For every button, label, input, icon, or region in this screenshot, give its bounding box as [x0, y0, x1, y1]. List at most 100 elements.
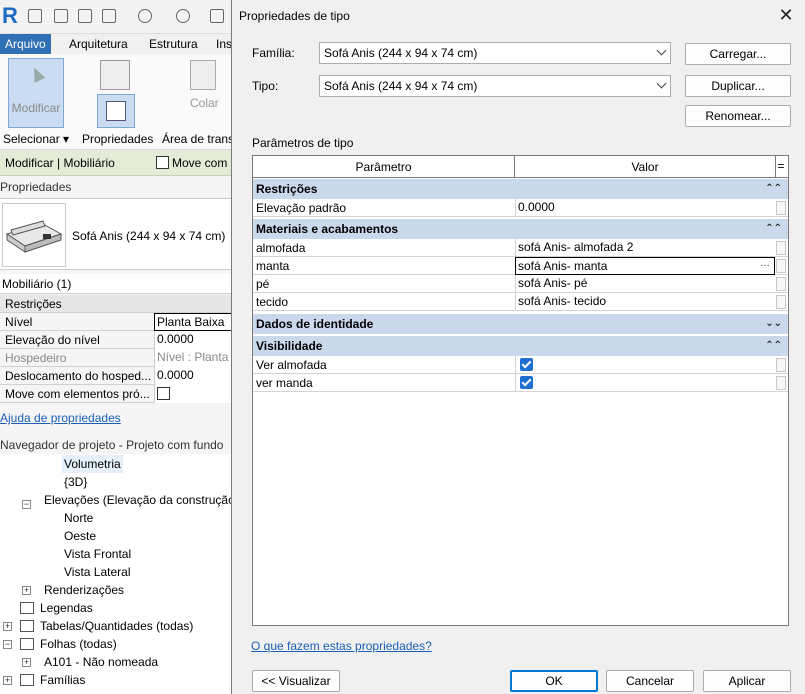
expand-icon[interactable]: + [22, 586, 31, 595]
type-selector[interactable]: Sofá Anis (244 x 94 x 74 cm) [0, 198, 232, 270]
column-header-parametro[interactable]: Parâmetro [253, 156, 515, 178]
tree-item-oeste[interactable]: Oeste [64, 527, 96, 545]
formula-button[interactable] [776, 376, 786, 390]
carregar-button[interactable]: Carregar... [685, 43, 791, 65]
tree-item-elevacoes[interactable]: Elevações (Elevação da construção) [44, 491, 232, 509]
type-parameters-grid: Parâmetro Valor = Restrições ⌃⌃ Elevação… [252, 155, 789, 626]
category-filter[interactable]: Mobiliário (1) [0, 274, 232, 294]
tab-inserir[interactable]: Ins [211, 34, 232, 54]
propriedades-label: Propriedades [82, 132, 154, 146]
revit-logo-icon[interactable]: R [2, 4, 22, 28]
undo-icon[interactable] [138, 9, 152, 23]
double-chevron-up-icon[interactable]: ⌃⌃ [765, 336, 782, 356]
column-header-formula[interactable]: = [776, 159, 786, 175]
ver-manda-checkbox[interactable] [520, 376, 533, 389]
tree-item-folhas[interactable]: Folhas (todas) [40, 635, 117, 653]
group-restricoes[interactable]: Restrições ⌃⌃ [253, 179, 788, 199]
tree-item-legendas[interactable]: Legendas [40, 599, 93, 617]
group-visibilidade[interactable]: Visibilidade ⌃⌃ [253, 336, 788, 356]
tree-item-3d[interactable]: {3D} [64, 473, 87, 491]
prop-row[interactable]: Elevação do nível 0.0000 [0, 331, 232, 349]
param-row-ver-manda[interactable]: ver manda [253, 374, 788, 392]
tree-item-volumetria[interactable]: Volumetria [62, 455, 123, 473]
clipboard-icon[interactable] [190, 60, 216, 90]
param-row-tecido[interactable]: tecido sofá Anis- tecido [253, 293, 788, 311]
prop-row[interactable]: Nível Planta Baixa [0, 313, 232, 331]
move-with-checkbox[interactable] [156, 156, 169, 169]
expand-icon[interactable]: + [22, 658, 31, 667]
type-name: Sofá Anis (244 x 94 x 74 cm) [72, 229, 226, 243]
familia-select[interactable]: Sofá Anis (244 x 94 x 74 cm) [319, 42, 671, 64]
selecionar-dropdown[interactable]: Selecionar ▾ [3, 132, 69, 146]
double-chevron-up-icon[interactable]: ⌃⌃ [765, 179, 782, 199]
param-row-elevacao[interactable]: Elevação padrão 0.0000 [253, 199, 788, 217]
move-with-nearby-checkbox[interactable] [157, 387, 170, 400]
quick-access-toolbar: R [0, 0, 232, 34]
close-icon[interactable]: ✕ [771, 2, 801, 28]
tree-item-renderizacoes[interactable]: Renderizações [44, 581, 124, 599]
properties-palette-title: Propriedades [0, 180, 72, 194]
paste-type-icon[interactable] [100, 60, 130, 90]
chevron-down-icon [656, 78, 667, 89]
formula-button[interactable] [776, 277, 786, 291]
dialog-title: Propriedades de tipo [239, 9, 350, 23]
save-icon[interactable] [78, 9, 92, 23]
expand-icon[interactable]: + [3, 622, 12, 631]
prop-row[interactable]: Move com elementos pró... [0, 385, 232, 403]
tree-item-vista-lateral[interactable]: Vista Lateral [64, 563, 131, 581]
modify-button[interactable]: Modificar [8, 58, 64, 128]
duplicar-button[interactable]: Duplicar... [685, 75, 791, 97]
collapse-icon[interactable]: − [22, 500, 31, 509]
tree-item-a101[interactable]: A101 - Não nomeada [44, 653, 158, 671]
tree-item-norte[interactable]: Norte [64, 509, 93, 527]
what-do-properties-do-link[interactable]: O que fazem estas propriedades? [251, 639, 432, 653]
renomear-button[interactable]: Renomear... [685, 105, 791, 127]
param-row-ver-almofada[interactable]: Ver almofada [253, 356, 788, 374]
group-identidade[interactable]: Dados de identidade ⌄⌄ [253, 314, 788, 334]
tab-arquivo[interactable]: Arquivo [0, 34, 51, 54]
double-chevron-up-icon[interactable]: ⌃⌃ [765, 219, 782, 239]
formula-button[interactable] [776, 259, 786, 273]
ellipsis-browse-icon[interactable]: … [758, 259, 772, 273]
properties-help-link[interactable]: Ajuda de propriedades [0, 411, 121, 425]
tree-item-tabelas[interactable]: Tabelas/Quantidades (todas) [40, 617, 193, 635]
context-title: Modificar | Mobiliário [5, 156, 115, 170]
prop-row[interactable]: Deslocamento do hosped... 0.0000 [0, 367, 232, 385]
properties-button[interactable] [97, 94, 135, 128]
ribbon-tabs: Arquivo Arquitetura Estrutura Ins [0, 34, 232, 54]
column-header-valor[interactable]: Valor [515, 156, 776, 178]
tab-estrutura[interactable]: Estrutura [144, 34, 203, 54]
formula-button[interactable] [776, 241, 786, 255]
param-row-almofada[interactable]: almofada sofá Anis- almofada 2 [253, 239, 788, 257]
visualizar-button[interactable]: << Visualizar [252, 670, 340, 692]
colar-label: Colar [190, 96, 219, 110]
param-row-pe[interactable]: pé sofá Anis- pé [253, 275, 788, 293]
double-chevron-down-icon[interactable]: ⌄⌄ [765, 314, 782, 334]
param-row-manta[interactable]: manta sofá Anis- manta … [253, 257, 788, 275]
redo-icon[interactable] [176, 9, 190, 23]
revit-main-window: R Arquivo Arquitetura Estrutura Ins Modi… [0, 0, 232, 694]
collapse-icon[interactable]: − [3, 640, 12, 649]
tab-arquitetura[interactable]: Arquitetura [64, 34, 133, 54]
tree-item-vista-frontal[interactable]: Vista Frontal [64, 545, 131, 563]
families-icon [20, 674, 34, 686]
ver-almofada-checkbox[interactable] [520, 358, 533, 371]
aplicar-button[interactable]: Aplicar [703, 670, 791, 692]
properties-icon [106, 101, 126, 121]
tree-item-familias[interactable]: Famílias [40, 671, 85, 689]
group-restricoes[interactable]: Restrições [0, 295, 232, 313]
ok-button[interactable]: OK [510, 670, 598, 692]
formula-button[interactable] [776, 358, 786, 372]
print-icon[interactable] [210, 9, 224, 23]
folder-icon[interactable] [54, 9, 68, 23]
expand-icon[interactable]: + [3, 676, 12, 685]
manta-value-cell[interactable]: sofá Anis- manta … [515, 257, 775, 275]
formula-button[interactable] [776, 295, 786, 309]
cancelar-button[interactable]: Cancelar [606, 670, 694, 692]
sofa-thumbnail [2, 203, 66, 267]
group-materiais[interactable]: Materiais e acabamentos ⌃⌃ [253, 219, 788, 239]
formula-button[interactable] [776, 201, 786, 215]
sync-icon[interactable] [102, 9, 116, 23]
tipo-select[interactable]: Sofá Anis (244 x 94 x 74 cm) [319, 75, 671, 97]
open-icon[interactable] [28, 9, 42, 23]
